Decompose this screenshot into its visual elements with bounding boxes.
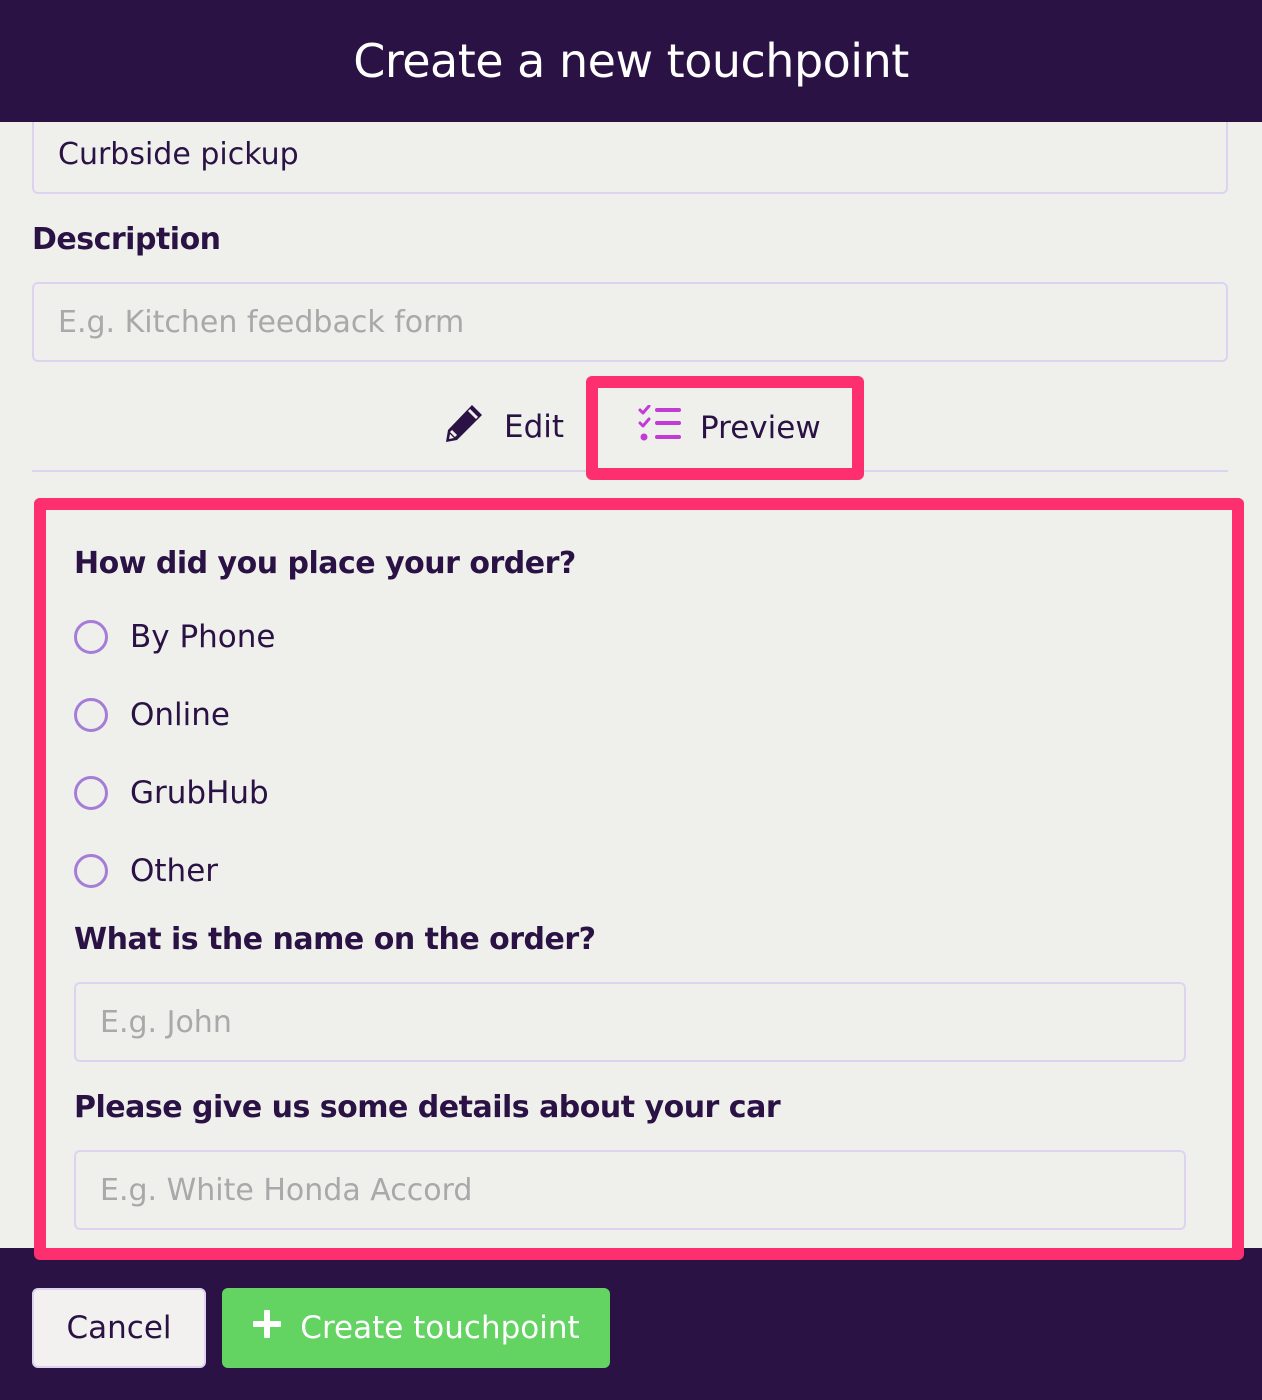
modal-title: Create a new touchpoint: [353, 34, 909, 88]
question-car-details: Please give us some details about your c…: [74, 1090, 781, 1125]
radio-button[interactable]: [74, 776, 108, 810]
radio-option-label: Other: [130, 853, 219, 889]
description-placeholder: E.g. Kitchen feedback form: [58, 304, 465, 340]
checklist-icon: [638, 404, 700, 451]
tab-preview[interactable]: Preview: [586, 376, 864, 480]
radio-option-label: GrubHub: [130, 775, 269, 811]
plus-icon: [252, 1309, 300, 1347]
radio-option-label: Online: [130, 697, 230, 733]
pencil-icon: [442, 401, 504, 453]
car-details-placeholder: E.g. White Honda Accord: [100, 1172, 473, 1208]
car-details-input[interactable]: E.g. White Honda Accord: [74, 1150, 1186, 1230]
radio-button[interactable]: [74, 698, 108, 732]
form-preview-panel: How did you place your order? By Phone O…: [34, 498, 1244, 1248]
tab-edit-label: Edit: [504, 409, 565, 445]
preview-highlight-bottom: [34, 1248, 1244, 1260]
tab-preview-label: Preview: [700, 410, 821, 446]
modal-header: Create a new touchpoint: [0, 0, 1262, 122]
radio-option-label: By Phone: [130, 619, 276, 655]
radio-button[interactable]: [74, 620, 108, 654]
edit-preview-tabs: Edit Preview: [32, 376, 1228, 480]
cancel-button-label: Cancel: [66, 1310, 172, 1346]
touchpoint-name-field[interactable]: Curbside pickup: [32, 122, 1228, 194]
touchpoint-name-value: Curbside pickup: [58, 136, 299, 172]
order-name-input[interactable]: E.g. John: [74, 982, 1186, 1062]
radio-option[interactable]: Online: [74, 694, 230, 736]
create-touchpoint-modal: Create a new touchpoint Curbside pickup …: [0, 0, 1262, 1400]
cancel-button[interactable]: Cancel: [32, 1288, 206, 1368]
description-field[interactable]: E.g. Kitchen feedback form: [32, 282, 1228, 362]
radio-option[interactable]: Other: [74, 850, 218, 892]
create-touchpoint-label: Create touchpoint: [300, 1310, 580, 1346]
modal-body: Curbside pickup Description E.g. Kitchen…: [0, 122, 1262, 1248]
radio-option[interactable]: By Phone: [74, 616, 276, 658]
order-name-placeholder: E.g. John: [100, 1004, 232, 1040]
radio-option[interactable]: GrubHub: [74, 772, 269, 814]
tab-edit[interactable]: Edit: [442, 398, 564, 456]
question-order-method: How did you place your order?: [74, 546, 576, 581]
create-touchpoint-button[interactable]: Create touchpoint: [222, 1288, 610, 1368]
description-label: Description: [32, 222, 221, 257]
radio-button[interactable]: [74, 854, 108, 888]
question-order-name: What is the name on the order?: [74, 922, 596, 957]
